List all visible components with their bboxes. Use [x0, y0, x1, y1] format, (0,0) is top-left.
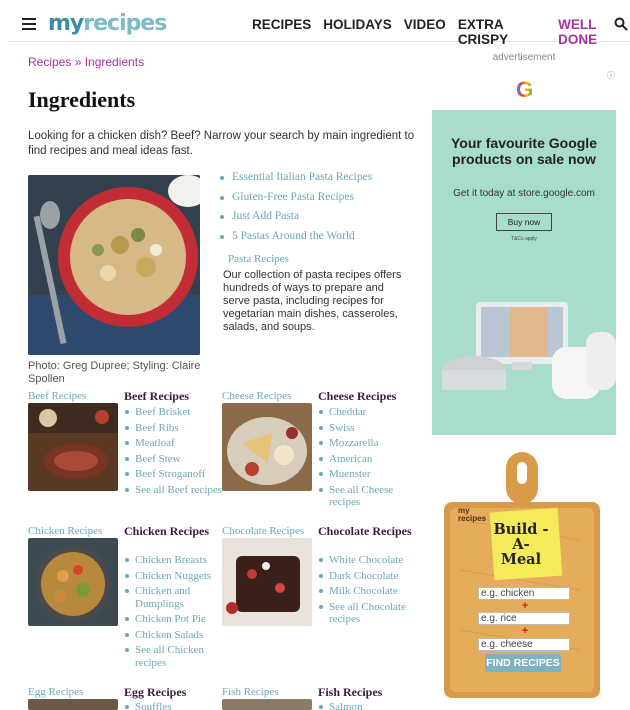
category-title[interactable]: Cheese Recipes	[318, 390, 414, 403]
ingredient-field-1[interactable]: e.g. chicken	[478, 587, 570, 600]
main-nav: RECIPES HOLIDAYS VIDEO EXTRA CRISPY WELL…	[252, 17, 630, 47]
category-link[interactable]: Beef Stew	[124, 453, 224, 466]
myrecipes-brand: my recipes	[458, 506, 487, 523]
plus-icon: +	[521, 600, 529, 612]
site-logo[interactable]: myrecipes	[48, 11, 167, 36]
ad-devices-image	[442, 302, 616, 399]
category-link[interactable]: American	[318, 453, 418, 466]
featured-link[interactable]: 5 Pastas Around the World	[218, 230, 372, 250]
featured-pasta-links: Essential Italian Pasta Recipes Gluten-F…	[218, 171, 372, 249]
category-link[interactable]: Salmon	[318, 701, 418, 710]
plus-icon: +	[521, 625, 529, 637]
nav-holidays[interactable]: HOLIDAYS	[323, 17, 392, 47]
fish-image[interactable]	[222, 699, 312, 710]
category-thumb-label[interactable]: Cheese Recipes	[222, 390, 291, 402]
google-ad[interactable]: G ⓘ Your favourite Google products on sa…	[432, 67, 616, 435]
ad-subtext: Get it today at store.google.com	[453, 188, 595, 199]
chicken-image[interactable]	[28, 538, 118, 626]
ad-terms: T&Cs apply	[511, 236, 537, 242]
ad-info-icon[interactable]: ⓘ	[607, 70, 615, 81]
ad-headline: Your favourite Google products on sale n…	[451, 135, 597, 167]
category-cheese: Cheese Recipes Cheese Recipes Cheddar Sw…	[222, 390, 412, 510]
category-link[interactable]: Beef Brisket	[124, 406, 224, 419]
ad-label: advertisement	[492, 52, 556, 63]
pasta-recipes-link[interactable]: Pasta Recipes	[228, 253, 289, 265]
logo-my: my	[48, 11, 84, 36]
photo-credit: Photo: Greg Dupree; Styling: Claire Spol…	[28, 360, 201, 385]
category-link[interactable]: White Chocolate	[318, 554, 418, 567]
find-recipes-button[interactable]: FIND RECIPES	[485, 654, 561, 672]
breadcrumb[interactable]: Recipes » Ingredients	[28, 55, 144, 69]
featured-link[interactable]: Gluten-Free Pasta Recipes	[218, 191, 372, 211]
category-link[interactable]: Souffles	[124, 701, 224, 710]
category-link[interactable]: Meatloaf	[124, 437, 224, 450]
category-link[interactable]: Mozzarella	[318, 437, 418, 450]
category-list: Cheddar Swiss Mozzarella American Muenst…	[318, 406, 418, 512]
category-thumb-label[interactable]: Fish Recipes	[222, 686, 279, 698]
page-title: Ingredients	[28, 87, 136, 112]
ad-header: G ⓘ	[432, 67, 616, 110]
category-link[interactable]: See all Cheese recipes	[318, 484, 418, 509]
category-link[interactable]: Chicken Breasts	[124, 554, 224, 567]
build-a-meal-widget: my recipes Build -A- Meal e.g. chicken + …	[440, 450, 605, 700]
ad-buy-now-button[interactable]: Buy now	[496, 213, 552, 231]
category-link[interactable]: Chicken and Dumplings	[124, 585, 224, 610]
category-link[interactable]: Chicken Nuggets	[124, 570, 224, 583]
category-title[interactable]: Fish Recipes	[318, 686, 414, 699]
category-thumb-label[interactable]: Egg Recipes	[28, 686, 83, 698]
category-list: Souffles	[124, 701, 224, 710]
chocolate-image[interactable]	[222, 538, 312, 626]
category-beef: Beef Recipes Beef Recipes Beef Brisket B…	[28, 390, 222, 510]
beef-image[interactable]	[28, 403, 118, 491]
pasta-description: Our collection of pasta recipes offers h…	[223, 269, 402, 333]
category-thumb-label[interactable]: Beef Recipes	[28, 390, 86, 402]
category-list: Salmon	[318, 701, 418, 710]
category-egg: Egg Recipes Egg Recipes Souffles	[28, 686, 218, 710]
category-link[interactable]: Chicken Pot Pie	[124, 613, 224, 626]
category-link[interactable]: See all Chicken recipes	[124, 644, 224, 669]
category-thumb-label[interactable]: Chocolate Recipes	[222, 525, 304, 537]
nav-extra-crispy[interactable]: EXTRA CRISPY	[458, 17, 546, 47]
site-header: myrecipes RECIPES HOLIDAYS VIDEO EXTRA C…	[8, 8, 630, 47]
category-link[interactable]: Swiss	[318, 422, 418, 435]
pasta-hero-image[interactable]	[28, 175, 200, 355]
featured-link[interactable]: Just Add Pasta	[218, 210, 372, 230]
category-fish: Fish Recipes Fish Recipes Salmon	[222, 686, 412, 710]
ingredient-field-2[interactable]: e.g. rice	[478, 612, 570, 625]
build-a-meal-note: Build -A- Meal	[493, 521, 549, 568]
category-link[interactable]: Cheddar	[318, 406, 418, 419]
nav-video[interactable]: VIDEO	[404, 17, 446, 47]
google-logo: G	[516, 77, 534, 102]
category-link[interactable]: Muenster	[318, 468, 418, 481]
category-title[interactable]: Chicken Recipes	[124, 525, 220, 538]
category-link[interactable]: Beef Ribs	[124, 422, 224, 435]
nav-recipes[interactable]: RECIPES	[252, 17, 311, 47]
category-title[interactable]: Beef Recipes	[124, 390, 220, 403]
category-thumb-label[interactable]: Chicken Recipes	[28, 525, 102, 537]
cheese-image[interactable]	[222, 403, 312, 491]
category-list: Beef Brisket Beef Ribs Meatloaf Beef Ste…	[124, 406, 224, 499]
category-link[interactable]: Beef Stroganoff	[124, 468, 224, 481]
category-link[interactable]: See all Chocolate recipes	[318, 601, 418, 626]
category-list: Chicken Breasts Chicken Nuggets Chicken …	[124, 554, 224, 672]
category-chicken: Chicken Recipes Chicken Recipes Chicken …	[28, 525, 218, 675]
menu-icon[interactable]	[22, 18, 36, 30]
category-list: White Chocolate Dark Chocolate Milk Choc…	[318, 554, 418, 629]
featured-link[interactable]: Essential Italian Pasta Recipes	[218, 171, 372, 191]
egg-image[interactable]	[28, 699, 118, 710]
category-link[interactable]: Dark Chocolate	[318, 570, 418, 583]
ingredient-field-3[interactable]: e.g. cheese	[478, 638, 570, 651]
category-link[interactable]: Milk Chocolate	[318, 585, 418, 598]
category-link[interactable]: Chicken Salads	[124, 629, 224, 642]
intro-text: Looking for a chicken dish? Beef? Narrow…	[28, 130, 415, 157]
category-chocolate: Chocolate Recipes Chocolate Recipes Whit…	[222, 525, 412, 675]
category-link[interactable]: See all Beef recipes	[124, 484, 224, 497]
logo-recipes: recipes	[83, 11, 167, 36]
category-title[interactable]: Egg Recipes	[124, 686, 220, 699]
category-title[interactable]: Chocolate Recipes	[318, 525, 414, 538]
search-icon[interactable]	[614, 17, 628, 31]
